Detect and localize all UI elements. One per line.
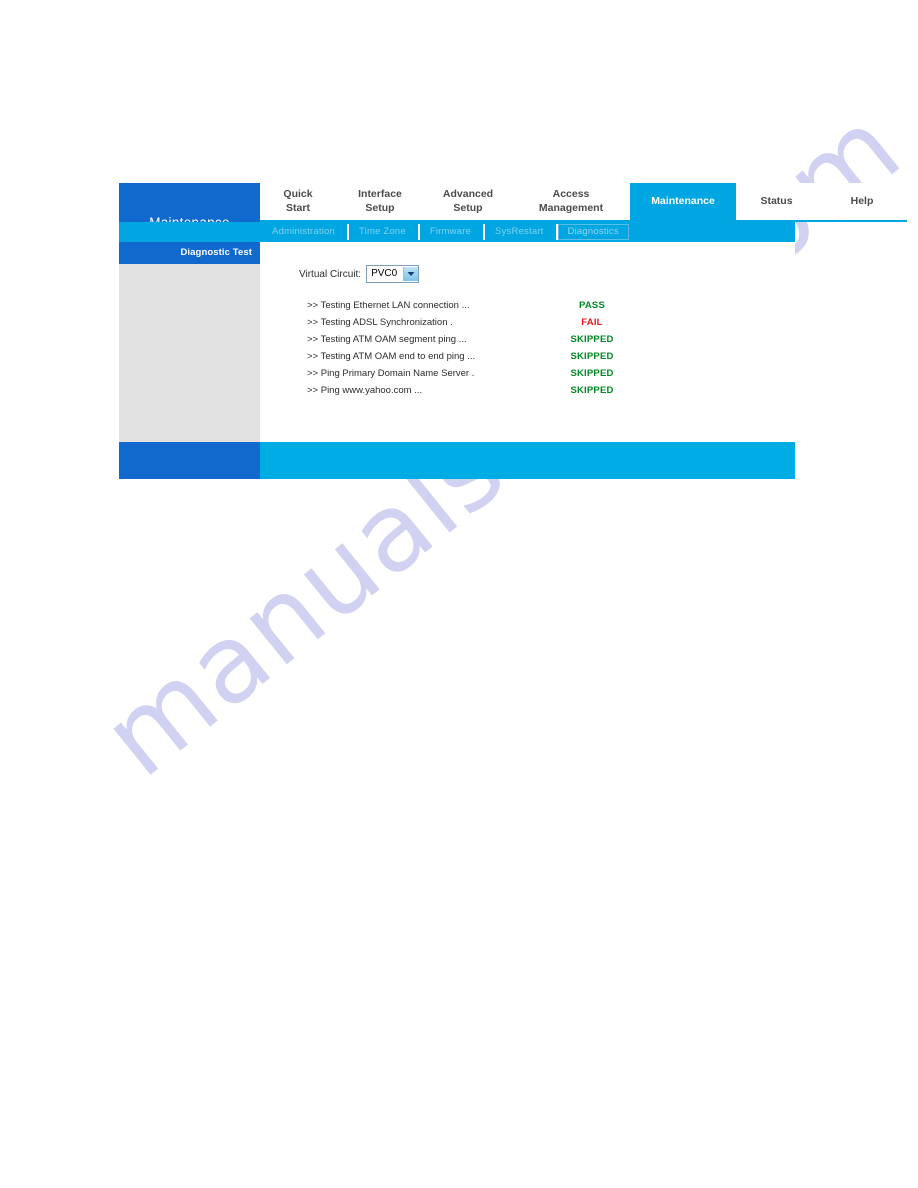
tab-access-management-line1: Access xyxy=(552,188,590,201)
tab-advanced-setup[interactable]: Advanced Setup xyxy=(424,183,512,220)
content-panel: Virtual Circuit: PVC0 >> Testing Etherne… xyxy=(260,242,795,442)
ui-header: Maintenance Quick Start Interface Setup … xyxy=(119,183,907,245)
virtual-circuit-label: Virtual Circuit: xyxy=(299,268,362,280)
sub-tab-sysrestart[interactable]: SysRestart xyxy=(483,222,555,242)
tab-advanced-setup-line2: Setup xyxy=(453,201,483,214)
result-label: >> Ping www.yahoo.com ... xyxy=(307,385,423,396)
sub-tab-administration-label: Administration xyxy=(272,226,335,237)
ui-footer xyxy=(119,442,795,479)
chevron-down-icon[interactable] xyxy=(403,267,419,281)
tab-access-management[interactable]: Access Management xyxy=(512,183,630,220)
side-panel-title: Diagnostic Test xyxy=(119,242,260,264)
result-label: >> Testing ATM OAM segment ping ... xyxy=(307,334,467,345)
tab-interface-setup-line2: Setup xyxy=(365,201,395,214)
tab-maintenance[interactable]: Maintenance xyxy=(630,183,736,220)
sub-tab-time-zone[interactable]: Time Zone xyxy=(347,222,418,242)
tab-quick-start-line1: Quick xyxy=(283,188,313,201)
result-label: >> Ping Primary Domain Name Server . xyxy=(307,368,475,379)
page-watermark: manualshive.com xyxy=(0,0,918,1188)
ui-body: Diagnostic Test Virtual Circuit: PVC0 >> xyxy=(119,242,795,442)
result-status: SKIPPED xyxy=(570,368,614,379)
sub-tab-bar: Administration Time Zone Firmware SysRes… xyxy=(119,222,795,242)
tab-status[interactable]: Status xyxy=(736,183,817,220)
result-label: >> Testing ADSL Synchronization . xyxy=(307,317,453,328)
tab-help[interactable]: Help xyxy=(817,183,907,220)
sub-tab-diagnostics[interactable]: Diagnostics xyxy=(555,222,631,242)
tab-interface-setup-line1: Interface xyxy=(358,188,402,201)
virtual-circuit-value: PVC0 xyxy=(371,268,398,279)
result-row: >> Ping Primary Domain Name Server . SKI… xyxy=(307,368,795,385)
result-row: >> Testing ATM OAM end to end ping ... S… xyxy=(307,351,795,368)
result-status: FAIL xyxy=(581,317,603,328)
result-row: >> Testing Ethernet LAN connection ... P… xyxy=(307,300,795,317)
diagnostic-results-list: >> Testing Ethernet LAN connection ... P… xyxy=(260,300,795,402)
result-row: >> Testing ADSL Synchronization . FAIL xyxy=(307,317,795,334)
sub-tab-firmware-label: Firmware xyxy=(429,226,472,237)
result-row: >> Ping www.yahoo.com ... SKIPPED xyxy=(307,385,795,402)
side-panel: Diagnostic Test xyxy=(119,242,260,442)
virtual-circuit-row: Virtual Circuit: PVC0 xyxy=(260,264,795,284)
tab-quick-start[interactable]: Quick Start xyxy=(260,183,336,220)
sub-tab-diagnostics-label: Diagnostics xyxy=(567,226,619,237)
footer-right-block xyxy=(260,442,795,479)
tab-status-label: Status xyxy=(760,194,793,207)
tab-advanced-setup-line1: Advanced xyxy=(442,188,494,201)
sub-tab-administration[interactable]: Administration xyxy=(260,222,347,242)
tab-maintenance-label: Maintenance xyxy=(651,194,715,207)
sub-tab-firmware[interactable]: Firmware xyxy=(417,222,483,242)
result-status: SKIPPED xyxy=(570,385,614,396)
side-panel-fill xyxy=(119,264,260,442)
result-status: PASS xyxy=(579,300,605,311)
main-tab-bar: Quick Start Interface Setup Advanced Set… xyxy=(260,183,907,222)
result-label: >> Testing ATM OAM end to end ping ... xyxy=(307,351,476,362)
footer-left-block xyxy=(119,442,260,479)
tab-quick-start-line2: Start xyxy=(286,201,310,214)
tab-access-management-line2: Management xyxy=(538,201,604,214)
result-status: SKIPPED xyxy=(570,351,614,362)
router-admin-panel: Maintenance Quick Start Interface Setup … xyxy=(119,183,907,479)
result-label: >> Testing Ethernet LAN connection ... xyxy=(307,300,470,311)
sub-tab-sysrestart-label: SysRestart xyxy=(495,226,544,237)
virtual-circuit-select[interactable]: PVC0 xyxy=(366,265,420,283)
tab-interface-setup[interactable]: Interface Setup xyxy=(336,183,424,220)
result-status: SKIPPED xyxy=(570,334,614,345)
sub-tab-list: Administration Time Zone Firmware SysRes… xyxy=(260,222,795,242)
sub-tab-time-zone-label: Time Zone xyxy=(359,226,406,237)
tab-help-label: Help xyxy=(850,194,874,207)
result-row: >> Testing ATM OAM segment ping ... SKIP… xyxy=(307,334,795,351)
